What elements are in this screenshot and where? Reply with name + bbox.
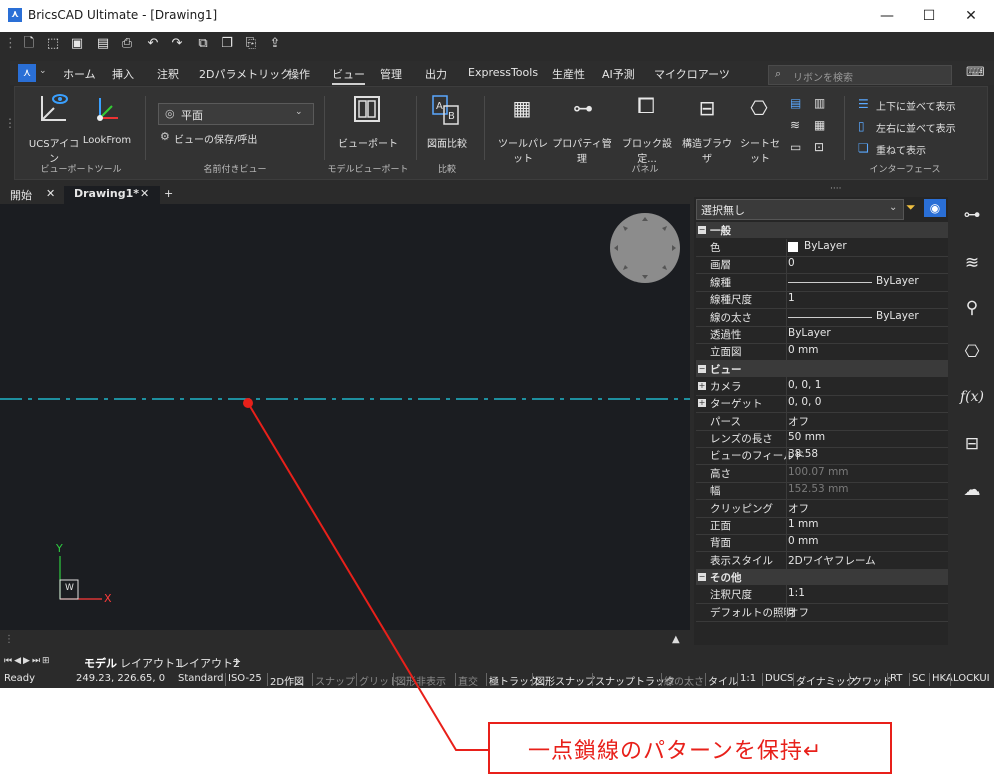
annotation-layer: [243, 398, 488, 751]
annotation-leader: [247, 402, 488, 751]
callout-text: 一点鎖線のパターンを保持↵: [528, 739, 823, 764]
annotation-callout: 一点鎖線のパターンを保持↵: [488, 722, 892, 774]
